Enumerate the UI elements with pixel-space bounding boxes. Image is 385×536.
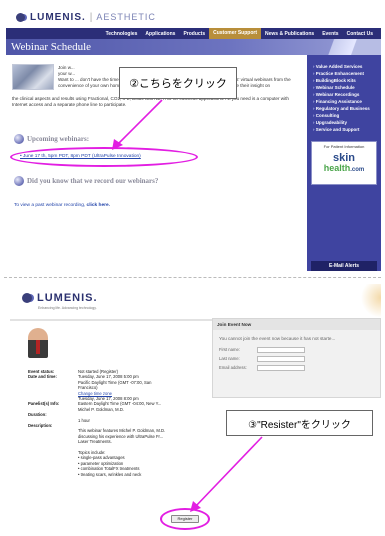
skinhealth-logo-skin: skin xyxy=(332,152,355,164)
skinhealth-caption: For Patient Information xyxy=(323,144,365,149)
recorded-heading-text: Did you know that we record our webinars… xyxy=(27,177,159,185)
screenshot-divider xyxy=(4,277,381,278)
webinar-registration-screenshot: LUMENIS. Enhancing life. Advancing techn… xyxy=(6,282,381,532)
nav-contact-us[interactable]: Contact Us xyxy=(343,31,377,37)
join-event-title: Join Event Now xyxy=(213,319,380,330)
main-nav: Technologies Applications Products Custo… xyxy=(6,28,381,39)
logo-text: LUMENIS. xyxy=(37,292,98,304)
join-event-panel: Join Event Now You cannot join the event… xyxy=(212,318,381,398)
first-name-label: First name: xyxy=(219,347,240,352)
nav-events[interactable]: Events xyxy=(318,31,342,37)
last-name-field[interactable] xyxy=(257,355,305,362)
sidebar-item-buildingblock[interactable]: BuildingBlock Kits xyxy=(313,77,377,84)
nav-news-publications[interactable]: News & Publications xyxy=(261,31,318,37)
highlight-oval-webinar xyxy=(10,147,198,167)
sidebar-item-upgradeability[interactable]: Upgradeability xyxy=(313,119,377,126)
last-name-label: Last name: xyxy=(219,356,240,361)
nav-technologies[interactable]: Technologies xyxy=(102,31,142,37)
last-name-row: Last name: xyxy=(213,354,380,363)
logo-tagline: Enhancing life. Advancing technology. xyxy=(38,306,97,310)
event-detail-values: Not started (Register) Tuesday, June 17,… xyxy=(78,369,166,477)
logo-separator: | xyxy=(89,11,93,23)
nav-products[interactable]: Products xyxy=(179,31,209,37)
sidebar-item-value-added[interactable]: Value Added Services xyxy=(313,63,377,70)
lumenis-logo[interactable]: LUMENIS. xyxy=(22,292,98,304)
logo-subtitle: AESTHETIC xyxy=(96,12,156,22)
recorded-click-here-link[interactable]: click here. xyxy=(87,203,110,208)
lumenis-aesthetic-logo[interactable]: LUMENIS. | AESTHETIC xyxy=(16,10,156,24)
value-timezone-pacific: Pacific Daylight Time (GMT -07:00, San F… xyxy=(78,379,152,391)
sidebar-menu: Value Added Services Practice Enhancemen… xyxy=(307,55,381,133)
sidebar-item-practice[interactable]: Practice Enhancement xyxy=(313,70,377,77)
email-alerts-button[interactable]: E-Mail Alerts xyxy=(311,261,377,271)
email-field[interactable] xyxy=(257,364,305,371)
corner-decoration xyxy=(361,284,381,318)
upcoming-heading-text: Upcoming webinars: xyxy=(27,135,90,143)
instruction-callout-3: ③"Resister"をクリック xyxy=(226,410,373,436)
sphere-bullet-icon xyxy=(14,134,24,144)
first-name-field[interactable] xyxy=(257,346,305,353)
webinar-schedule-screenshot: LUMENIS. | AESTHETIC Technologies Applic… xyxy=(6,4,381,271)
first-name-row: First name: xyxy=(213,345,380,354)
presenter-tie xyxy=(36,340,40,354)
email-label: Email address: xyxy=(219,365,247,370)
recorded-text: To view a past webinar recording, xyxy=(14,203,86,208)
value-topic-item: • treating scars, wrinkles and neck xyxy=(78,471,142,477)
nav-applications[interactable]: Applications xyxy=(141,31,179,37)
sidebar-item-webinar-schedule[interactable]: Webinar Schedule xyxy=(313,84,377,91)
banner-image xyxy=(311,39,381,55)
sidebar-item-webinar-recordings[interactable]: Webinar Recordings xyxy=(313,91,377,98)
laptop-user-photo xyxy=(12,64,54,90)
skinhealth-dotcom: .com xyxy=(350,167,365,173)
highlight-oval-register xyxy=(160,508,210,530)
email-row: Email address: xyxy=(213,363,380,372)
recorded-webinar-text: To view a past webinar recording, click … xyxy=(14,203,110,208)
sidebar-item-regulatory[interactable]: Regulatory and Business xyxy=(313,105,377,112)
skinhealth-banner[interactable]: For Patient Information skin health.com xyxy=(311,141,377,185)
sidebar: Value Added Services Practice Enhancemen… xyxy=(307,55,381,271)
instruction-callout-2: ②こちらをクリック xyxy=(119,67,237,99)
page-banner: Webinar Schedule xyxy=(6,39,381,55)
logo-text: LUMENIS. xyxy=(30,11,86,23)
label-description: Description: xyxy=(28,422,53,428)
join-event-message: You cannot join the event now because it… xyxy=(219,336,336,341)
skinhealth-logo-health: health.com xyxy=(312,164,376,175)
sidebar-item-financing[interactable]: Financing Assistance xyxy=(313,98,377,105)
recorded-webinars-heading: Did you know that we record our webinars… xyxy=(14,176,158,186)
skinhealth-word: health xyxy=(323,163,351,173)
lumenis-logo-icon xyxy=(16,12,25,22)
nav-customer-support[interactable]: Customer Support xyxy=(209,28,261,39)
event-detail-labels: Event status: Date and time: Panelist(s)… xyxy=(28,369,76,428)
sidebar-item-service[interactable]: Service and Support xyxy=(313,126,377,133)
lumenis-logo-icon xyxy=(22,293,32,303)
sphere-bullet-icon xyxy=(14,176,24,186)
upcoming-webinars-heading: Upcoming webinars: xyxy=(14,134,89,144)
sidebar-item-consulting[interactable]: Consulting xyxy=(313,112,377,119)
